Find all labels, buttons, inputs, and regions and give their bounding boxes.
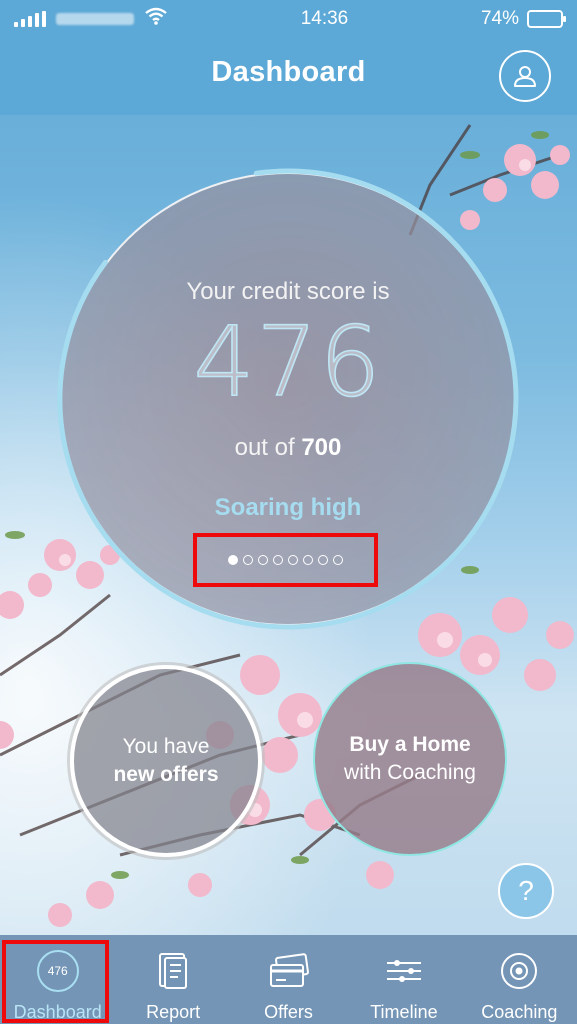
tab-offers[interactable]: Offers xyxy=(231,935,346,1024)
status-bar: 14:36 74% xyxy=(0,0,577,38)
clock: 14:36 xyxy=(300,8,349,29)
score-caption: Your credit score is xyxy=(186,278,390,305)
wifi-icon xyxy=(144,7,168,31)
page-title: Dashboard xyxy=(211,56,366,88)
offers-line2: new offers xyxy=(113,763,219,786)
tab-coaching[interactable]: Coaching xyxy=(462,935,577,1024)
coaching-line1: Buy a Home xyxy=(349,733,471,757)
tab-offers-label: Offers xyxy=(264,1002,313,1022)
profile-button[interactable] xyxy=(499,50,551,102)
signal-icon xyxy=(14,11,46,27)
target-icon xyxy=(497,949,541,993)
highlight-box-page-indicator xyxy=(193,533,378,587)
score-status: Soaring high xyxy=(214,494,362,521)
header: Dashboard xyxy=(0,38,577,115)
new-offers-bubble[interactable]: You have new offers xyxy=(70,665,262,857)
battery-percent: 74% xyxy=(480,8,519,29)
buy-home-coaching-bubble[interactable]: Buy a Home with Coaching xyxy=(313,662,507,856)
carrier-name-blurred xyxy=(56,13,134,25)
tab-coaching-label: Coaching xyxy=(481,1002,558,1022)
question-mark-icon: ? xyxy=(518,875,534,906)
user-icon xyxy=(514,66,536,87)
score-value: 476 xyxy=(193,305,383,419)
tab-report-label: Report xyxy=(146,1002,201,1022)
timeline-icon xyxy=(382,949,426,993)
out-of-prefix: out of xyxy=(234,434,295,461)
tab-report[interactable]: Report xyxy=(115,935,230,1024)
out-of-value: 700 xyxy=(301,434,342,461)
status-left xyxy=(14,7,168,31)
tab-timeline[interactable]: Timeline xyxy=(346,935,461,1024)
tab-timeline-label: Timeline xyxy=(370,1002,438,1022)
status-right: 74% xyxy=(480,8,566,30)
highlight-box-dashboard-tab xyxy=(2,940,109,1023)
offers-line1: You have xyxy=(122,735,210,759)
coaching-line2: with Coaching xyxy=(344,761,476,784)
credit-card-icon xyxy=(267,949,311,993)
document-icon xyxy=(151,949,195,993)
score-out-of: out of 700 xyxy=(54,434,522,462)
battery-icon xyxy=(526,10,566,28)
help-button[interactable]: ? xyxy=(498,863,554,919)
